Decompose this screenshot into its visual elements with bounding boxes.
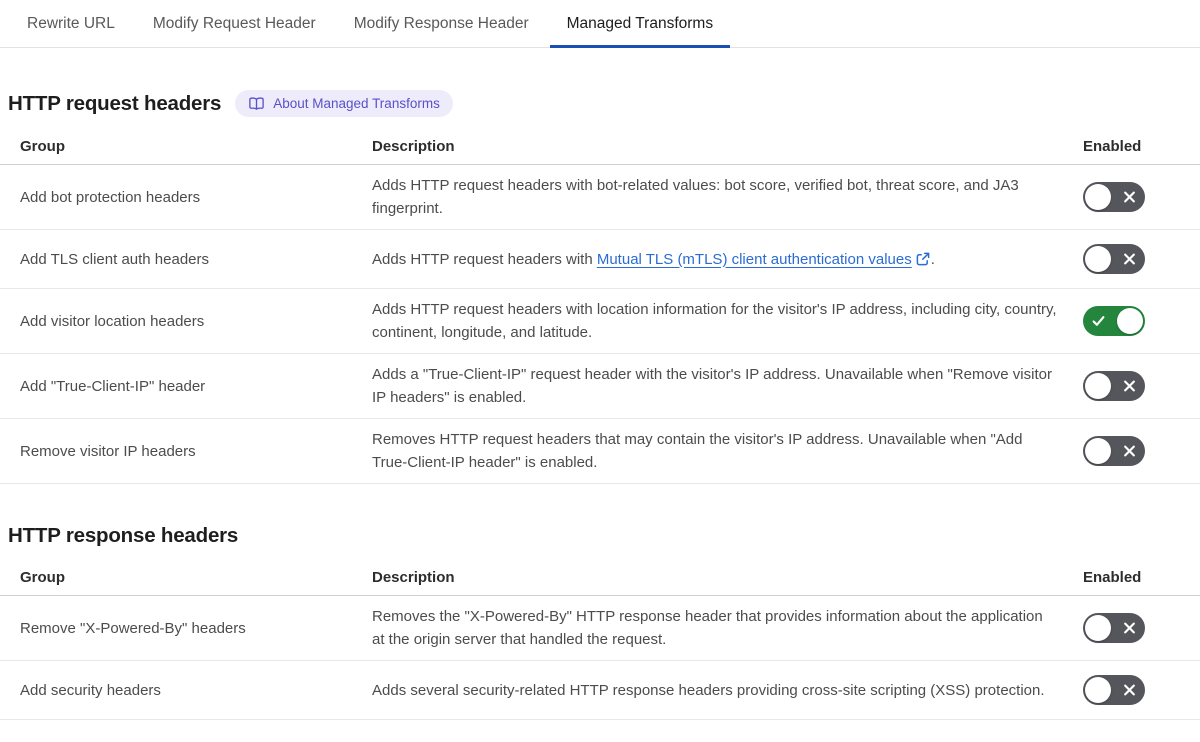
x-icon bbox=[1124, 380, 1135, 392]
enabled-toggle[interactable] bbox=[1083, 371, 1145, 401]
enabled-toggle[interactable] bbox=[1083, 244, 1145, 274]
toggle-knob bbox=[1085, 677, 1111, 703]
toggle-knob bbox=[1085, 184, 1111, 210]
response-headers-table: Remove "X-Powered-By" headers Removes th… bbox=[0, 596, 1200, 720]
toggle-knob bbox=[1085, 373, 1111, 399]
toggle-knob bbox=[1117, 308, 1143, 334]
description-link[interactable]: Mutual TLS (mTLS) client authentication … bbox=[597, 251, 912, 268]
tab-label: Modify Request Header bbox=[152, 14, 316, 32]
enabled-toggle[interactable] bbox=[1083, 306, 1145, 336]
enabled-cell bbox=[1083, 675, 1145, 705]
group-description: Removes the "X-Powered-By" HTTP response… bbox=[372, 608, 1043, 648]
group-description: Adds several security-related HTTP respo… bbox=[372, 681, 1045, 699]
tab-bar: Rewrite URL Modify Request Header Modify… bbox=[0, 0, 1200, 48]
about-managed-transforms-link[interactable]: About Managed Transforms bbox=[235, 90, 453, 117]
enabled-cell bbox=[1083, 244, 1145, 274]
column-header-enabled: Enabled bbox=[1083, 138, 1142, 155]
badge-label: About Managed Transforms bbox=[273, 95, 440, 111]
table-row: Add "True-Client-IP" header Adds a "True… bbox=[0, 354, 1200, 419]
table-row: Remove "X-Powered-By" headers Removes th… bbox=[0, 596, 1200, 661]
x-icon bbox=[1124, 445, 1135, 457]
column-header-group: Group bbox=[20, 569, 65, 586]
group-name: Add "True-Client-IP" header bbox=[20, 377, 206, 395]
group-name: Add visitor location headers bbox=[20, 312, 205, 330]
group-name: Remove "X-Powered-By" headers bbox=[20, 619, 246, 637]
table-row: Add bot protection headers Adds HTTP req… bbox=[0, 165, 1200, 230]
group-description: Adds HTTP request headers with location … bbox=[372, 301, 1057, 341]
group-description: Adds a "True-Client-IP" request header w… bbox=[372, 366, 1052, 406]
tab-managed-transforms[interactable]: Managed Transforms bbox=[549, 0, 731, 48]
tab-rewrite-url[interactable]: Rewrite URL bbox=[10, 0, 132, 47]
tab-modify-response-header[interactable]: Modify Response Header bbox=[337, 0, 546, 47]
tab-label: Rewrite URL bbox=[27, 14, 115, 32]
enabled-toggle[interactable] bbox=[1083, 436, 1145, 466]
managed-transforms-panel: HTTP request headers About Managed Trans… bbox=[0, 90, 1200, 720]
toggle-knob bbox=[1085, 246, 1111, 272]
tab-label: Managed Transforms bbox=[566, 14, 714, 32]
x-icon bbox=[1124, 191, 1135, 203]
group-description: Adds HTTP request headers with bot-relat… bbox=[372, 177, 1019, 217]
response-table-header: Group Description Enabled bbox=[0, 556, 1200, 596]
x-icon bbox=[1124, 684, 1135, 696]
group-name: Add TLS client auth headers bbox=[20, 250, 210, 268]
enabled-cell bbox=[1083, 371, 1145, 401]
request-headers-table: Add bot protection headers Adds HTTP req… bbox=[0, 165, 1200, 484]
enabled-toggle[interactable] bbox=[1083, 675, 1145, 705]
check-icon bbox=[1092, 316, 1105, 326]
column-header-description: Description bbox=[372, 138, 455, 155]
request-table-header: Group Description Enabled bbox=[0, 125, 1200, 165]
group-name: Remove visitor IP headers bbox=[20, 442, 196, 460]
tab-label: Modify Response Header bbox=[353, 14, 529, 32]
group-name: Add security headers bbox=[20, 681, 161, 699]
group-description: Removes HTTP request headers that may co… bbox=[372, 431, 1023, 471]
enabled-cell bbox=[1083, 613, 1145, 643]
column-header-enabled: Enabled bbox=[1083, 569, 1142, 586]
column-header-group: Group bbox=[20, 138, 65, 155]
response-section-title: HTTP response headers bbox=[8, 524, 239, 547]
column-header-description: Description bbox=[372, 569, 455, 586]
x-icon bbox=[1124, 622, 1135, 634]
enabled-toggle[interactable] bbox=[1083, 182, 1145, 212]
enabled-cell bbox=[1083, 436, 1145, 466]
request-section-title: HTTP request headers bbox=[8, 91, 222, 115]
book-icon bbox=[249, 97, 265, 110]
group-name: Add bot protection headers bbox=[20, 188, 201, 206]
group-description: Adds HTTP request headers with Mutual TL… bbox=[372, 250, 935, 268]
response-headers-section: HTTP response headers Group Description … bbox=[0, 524, 1200, 720]
external-link-icon bbox=[916, 252, 930, 265]
table-row: Add security headers Adds several securi… bbox=[0, 661, 1200, 720]
request-headers-section: HTTP request headers About Managed Trans… bbox=[0, 90, 1200, 484]
enabled-toggle[interactable] bbox=[1083, 613, 1145, 643]
tab-modify-request-header[interactable]: Modify Request Header bbox=[136, 0, 333, 47]
enabled-cell bbox=[1083, 182, 1145, 212]
toggle-knob bbox=[1085, 615, 1111, 641]
enabled-cell bbox=[1083, 306, 1145, 336]
table-row: Remove visitor IP headers Removes HTTP r… bbox=[0, 419, 1200, 484]
table-row: Add visitor location headers Adds HTTP r… bbox=[0, 289, 1200, 354]
toggle-knob bbox=[1085, 438, 1111, 464]
table-row: Add TLS client auth headers Adds HTTP re… bbox=[0, 230, 1200, 289]
x-icon bbox=[1124, 253, 1135, 265]
